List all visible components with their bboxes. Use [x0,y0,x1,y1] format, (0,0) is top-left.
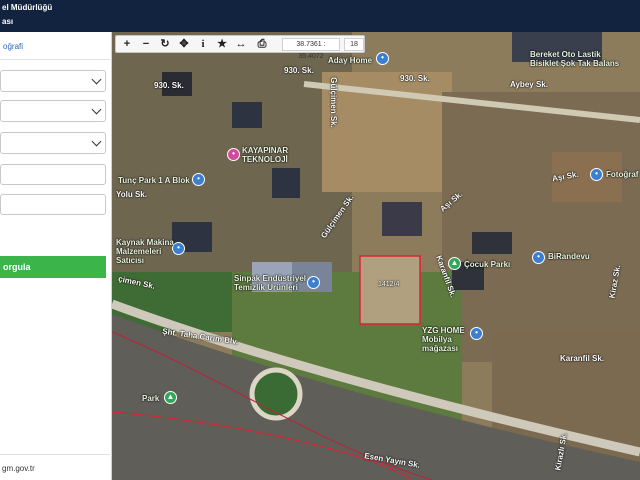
move-icon[interactable]: ✥ [175,37,193,52]
footer-divider [0,454,112,455]
park-pin-icon[interactable]: ▲ [448,257,461,270]
poi-pin-icon[interactable]: • [532,251,545,264]
star-icon[interactable]: ★ [213,37,231,52]
header-title-line2: ası [2,17,14,26]
header-title-line1: el Müdürlüğü [2,3,53,12]
footer-link[interactable]: gm.gov.tr [2,464,35,473]
neighborhood-select[interactable] [0,132,106,154]
shop-pin-icon[interactable]: • [227,148,240,161]
zoom-out-icon[interactable]: − [137,37,155,52]
street-label-karanfil-2: Karanfil Sk. [560,354,605,363]
poi-label-kayapinar: KAYAPINAR TEKNOLOJİ [242,146,289,164]
parcel-input[interactable] [0,194,106,215]
poi-label-birandevu: BiRandevu [548,252,590,261]
tab-geographic[interactable]: oğrafi [0,36,112,60]
province-select[interactable] [0,70,106,92]
app-header: el Müdürlüğü ası [0,0,640,32]
street-label-aybey: Aybey Sk. [510,80,548,89]
measure-icon[interactable]: ↔ [232,37,250,52]
print-icon[interactable]: ⎙ [253,37,271,52]
parcel-label: 1412/4 [378,281,400,288]
street-label-930-a: 930. Sk. [154,81,184,90]
poi-label-kaynak: Kaynak Makina Malzemeleri Satıcısı [116,238,174,265]
park-pin-icon[interactable]: ▲ [164,391,177,404]
coordinate-readout: 38.7361 : 35.4072 [282,38,340,60]
poi-pin-icon[interactable]: • [470,327,483,340]
poi-label-bereket: Bereket Oto Lastik Bisiklet Şok Tak Bala… [530,50,620,68]
poi-label-fotograf: Fotoğraf [606,170,639,179]
street-label-yolu: Yolu Sk. [116,190,147,199]
poi-label-aday-home: Aday Home [328,56,373,65]
zoom-in-icon[interactable]: + [118,37,136,52]
query-button[interactable]: orgula [0,256,106,278]
poi-pin-icon[interactable]: • [376,52,389,65]
poi-label-yzg-home: YZG HOME Mobilya mağazası [422,326,465,353]
poi-label-tunc-park: Tunç Park 1 A Blok [118,176,190,185]
street-label-930-b: 930. Sk. [284,66,314,75]
refresh-icon[interactable]: ↻ [156,37,174,52]
chevron-down-icon [91,136,102,147]
poi-label-sinpak: Sinpak Endüstriyel Temizlik Ürünleri [234,274,307,292]
district-select[interactable] [0,100,106,122]
map-toolbar: + − ↻ ✥ i ★ ↔ ⎙ 38.7361 : 35.4072 18 [115,35,365,60]
zoom-level-readout: 18 [344,38,364,51]
sidebar-panel: oğrafi orgula gm.gov.tr [0,32,112,480]
poi-label-park: Park [142,394,160,403]
poi-label-cocuk-parki: Çocuk Parkı [464,260,511,269]
street-label-930-c: 930. Sk. [400,74,430,83]
info-icon[interactable]: i [194,37,212,52]
camera-pin-icon[interactable]: • [590,168,603,181]
chevron-down-icon [91,104,102,115]
chevron-down-icon [91,74,102,85]
block-input[interactable] [0,164,106,185]
poi-pin-icon[interactable]: • [192,173,205,186]
street-label-gulcimen-1: Gülçimen Sk. [328,77,338,128]
map-view[interactable]: 930. Sk. 930. Sk. 930. Sk. Aybey Sk. Gül… [112,32,640,480]
